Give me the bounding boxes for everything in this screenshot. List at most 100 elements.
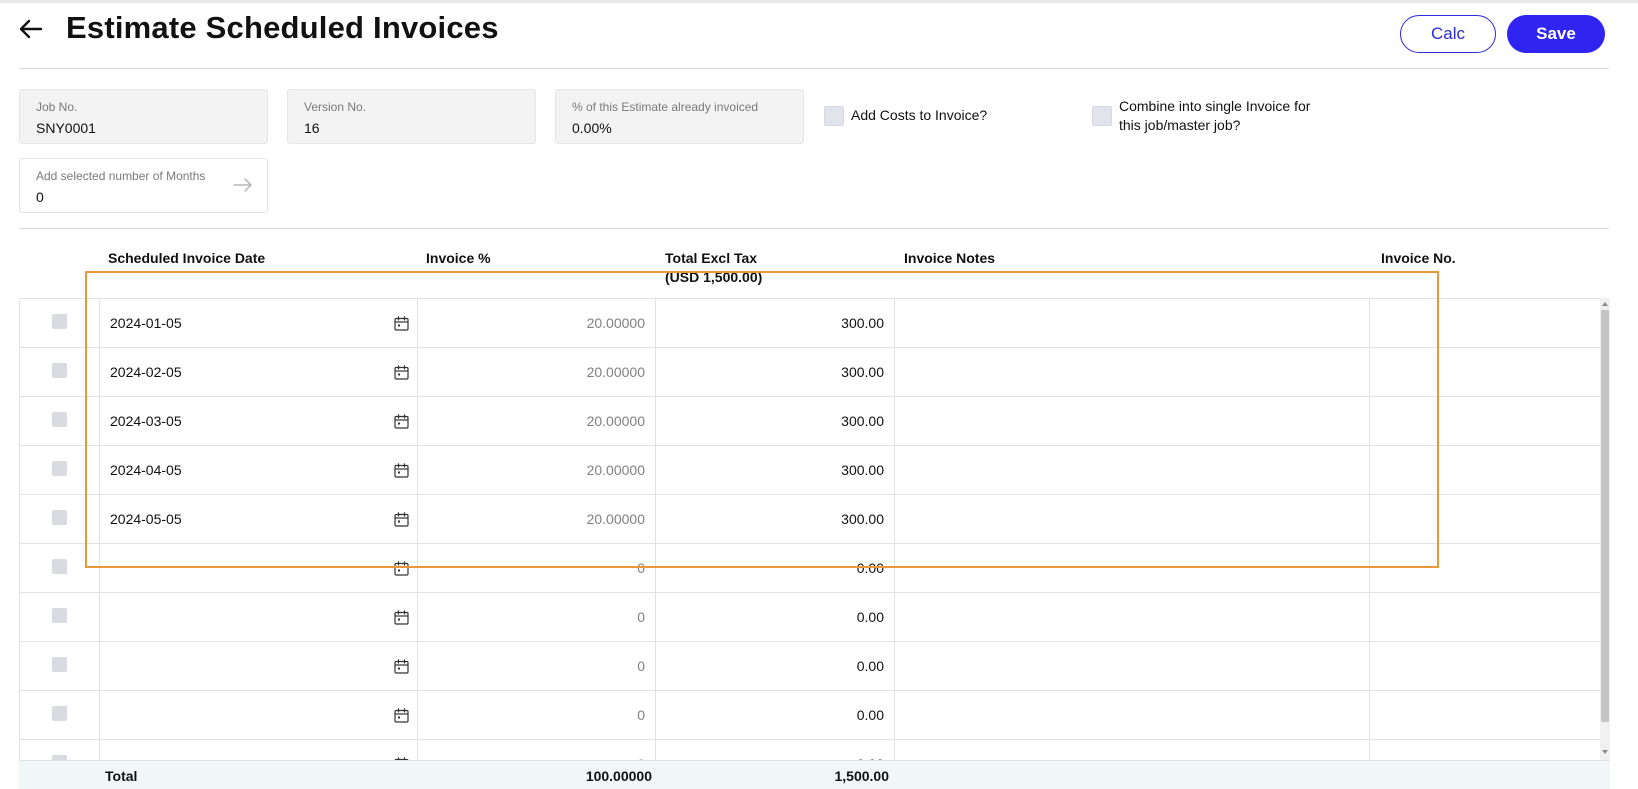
- add-months-field[interactable]: Add selected number of Months 0: [19, 158, 268, 213]
- invoice-no-cell[interactable]: [1370, 446, 1600, 494]
- scheduled-date-cell[interactable]: [100, 544, 418, 592]
- total-excl-tax-cell[interactable]: 0.00: [656, 642, 895, 690]
- calendar-icon[interactable]: [394, 610, 409, 625]
- save-button[interactable]: Save: [1507, 15, 1605, 53]
- scroll-down-icon[interactable]: [1600, 747, 1610, 757]
- add-costs-label: Add Costs to Invoice?: [851, 107, 988, 123]
- calendar-icon[interactable]: [394, 463, 409, 478]
- calendar-icon[interactable]: [394, 659, 409, 674]
- invoice-pct-cell[interactable]: 20.00000: [418, 495, 656, 543]
- total-excl-tax-cell[interactable]: 300.00: [656, 299, 895, 347]
- scheduled-date-cell[interactable]: 2024-05-05: [100, 495, 418, 543]
- total-excl-tax-cell[interactable]: 300.00: [656, 446, 895, 494]
- scheduled-date-cell[interactable]: 2024-04-05: [100, 446, 418, 494]
- calc-button[interactable]: Calc: [1400, 15, 1496, 53]
- row-select-checkbox[interactable]: [52, 705, 67, 721]
- invoice-pct-cell[interactable]: 0: [418, 691, 656, 739]
- invoice-pct-value: 20.00000: [586, 364, 645, 380]
- combine-invoice-label-line2: this job/master job?: [1119, 117, 1241, 133]
- row-select-checkbox[interactable]: [52, 313, 67, 329]
- row-select-cell: [20, 691, 100, 739]
- invoice-pct-cell[interactable]: 20.00000: [418, 446, 656, 494]
- scroll-up-icon[interactable]: [1600, 299, 1610, 309]
- invoice-no-cell[interactable]: [1370, 593, 1600, 641]
- invoice-notes-cell[interactable]: [895, 446, 1370, 494]
- back-arrow-icon[interactable]: [16, 14, 46, 44]
- invoice-pct-cell[interactable]: 0: [418, 544, 656, 592]
- invoice-pct-cell[interactable]: 0: [418, 740, 656, 760]
- invoice-pct-cell[interactable]: 20.00000: [418, 397, 656, 445]
- total-excl-tax-cell[interactable]: 0.00: [656, 544, 895, 592]
- scheduled-date-cell[interactable]: 2024-01-05: [100, 299, 418, 347]
- scheduled-date-cell[interactable]: [100, 642, 418, 690]
- pct-invoiced-field: % of this Estimate already invoiced 0.00…: [555, 89, 804, 144]
- invoice-notes-cell[interactable]: [895, 593, 1370, 641]
- invoice-notes-cell[interactable]: [895, 397, 1370, 445]
- add-costs-checkbox[interactable]: [824, 106, 844, 126]
- grid-scrollbar-thumb[interactable]: [1601, 310, 1609, 722]
- invoice-notes-cell[interactable]: [895, 544, 1370, 592]
- invoice-notes-cell[interactable]: [895, 299, 1370, 347]
- invoice-no-cell[interactable]: [1370, 397, 1600, 445]
- total-excl-tax-cell[interactable]: 0.00: [656, 740, 895, 760]
- calendar-icon[interactable]: [394, 414, 409, 429]
- invoice-no-cell[interactable]: [1370, 740, 1600, 760]
- invoice-no-cell[interactable]: [1370, 642, 1600, 690]
- calendar-icon[interactable]: [394, 561, 409, 576]
- scheduled-date-cell[interactable]: [100, 593, 418, 641]
- row-select-checkbox[interactable]: [52, 460, 67, 476]
- invoice-pct-cell[interactable]: 20.00000: [418, 299, 656, 347]
- total-excl-tax-cell[interactable]: 300.00: [656, 397, 895, 445]
- invoice-pct-value: 0: [637, 560, 645, 576]
- row-select-checkbox[interactable]: [52, 656, 67, 672]
- job-no-field: Job No. SNY0001: [19, 89, 268, 144]
- arrow-right-icon[interactable]: [233, 177, 253, 193]
- invoice-notes-cell[interactable]: [895, 740, 1370, 760]
- scheduled-date-cell[interactable]: 2024-02-05: [100, 348, 418, 396]
- row-select-checkbox[interactable]: [52, 362, 67, 378]
- table-row: 00.00: [20, 642, 1600, 691]
- row-select-checkbox[interactable]: [52, 509, 67, 525]
- row-select-cell: [20, 740, 100, 760]
- invoice-notes-cell[interactable]: [895, 691, 1370, 739]
- row-select-checkbox[interactable]: [52, 607, 67, 623]
- version-no-value: 16: [304, 120, 320, 136]
- invoice-notes-cell[interactable]: [895, 642, 1370, 690]
- combine-invoice-checkbox[interactable]: [1092, 106, 1112, 126]
- invoice-pct-cell[interactable]: 0: [418, 642, 656, 690]
- row-select-checkbox[interactable]: [52, 558, 67, 574]
- add-months-input[interactable]: 0: [36, 189, 251, 205]
- invoice-no-cell[interactable]: [1370, 299, 1600, 347]
- invoice-no-cell[interactable]: [1370, 348, 1600, 396]
- total-excl-tax-cell[interactable]: 0.00: [656, 691, 895, 739]
- scheduled-date-cell[interactable]: 2024-03-05: [100, 397, 418, 445]
- row-select-checkbox[interactable]: [52, 411, 67, 427]
- column-header-date: Scheduled Invoice Date: [108, 250, 266, 266]
- calendar-icon[interactable]: [394, 365, 409, 380]
- combine-invoice-label-line1: Combine into single Invoice for: [1119, 98, 1311, 114]
- invoice-no-cell[interactable]: [1370, 495, 1600, 543]
- invoice-pct-cell[interactable]: 0: [418, 593, 656, 641]
- invoice-no-cell[interactable]: [1370, 691, 1600, 739]
- table-row: 00.00: [20, 544, 1600, 593]
- invoice-no-cell[interactable]: [1370, 544, 1600, 592]
- total-excl-tax-cell[interactable]: 0.00: [656, 593, 895, 641]
- calendar-icon[interactable]: [394, 512, 409, 527]
- invoice-notes-cell[interactable]: [895, 495, 1370, 543]
- scheduled-date-value: 2024-02-05: [110, 364, 182, 380]
- total-excl-tax-cell[interactable]: 300.00: [656, 495, 895, 543]
- row-select-cell: [20, 642, 100, 690]
- table-row: 00.00: [20, 593, 1600, 642]
- invoice-notes-cell[interactable]: [895, 348, 1370, 396]
- row-select-cell: [20, 299, 100, 347]
- calendar-icon[interactable]: [394, 708, 409, 723]
- calendar-icon[interactable]: [394, 316, 409, 331]
- total-excl-tax-value: 300.00: [841, 413, 884, 429]
- version-no-field: Version No. 16: [287, 89, 536, 144]
- row-select-cell: [20, 348, 100, 396]
- invoice-pct-cell[interactable]: 20.00000: [418, 348, 656, 396]
- scheduled-date-cell[interactable]: [100, 740, 418, 760]
- invoice-pct-value: 20.00000: [586, 315, 645, 331]
- scheduled-date-cell[interactable]: [100, 691, 418, 739]
- total-excl-tax-cell[interactable]: 300.00: [656, 348, 895, 396]
